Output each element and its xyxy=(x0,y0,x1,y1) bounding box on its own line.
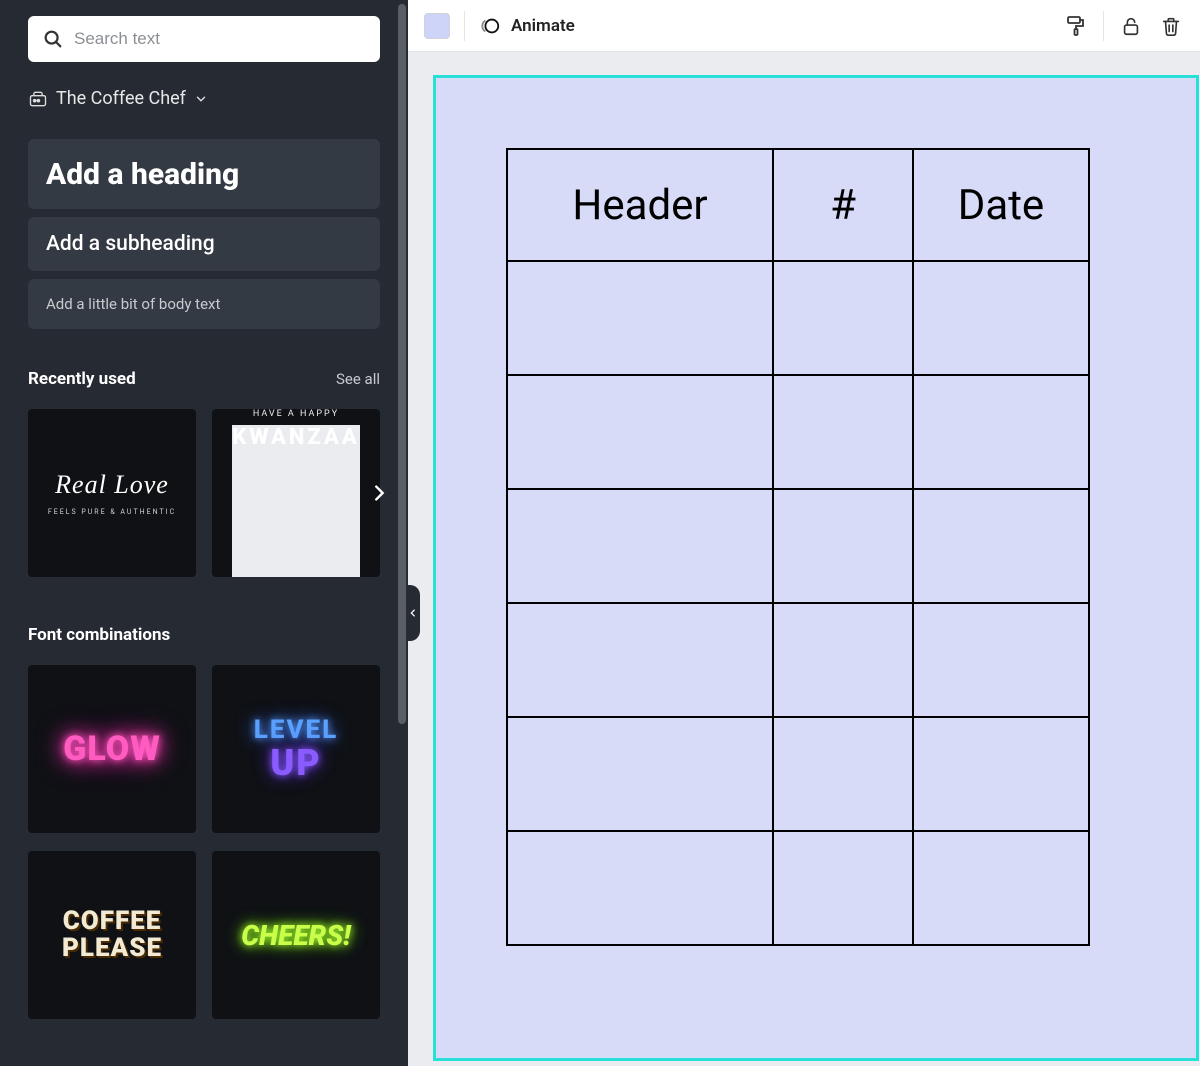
delete-button[interactable] xyxy=(1158,13,1184,39)
table-cell[interactable] xyxy=(913,831,1089,945)
unlock-icon xyxy=(1120,15,1142,37)
canvas-table[interactable]: Header # Date xyxy=(506,148,1090,946)
scrollbar-thumb[interactable] xyxy=(398,4,406,724)
divider xyxy=(464,11,465,41)
preset-text: CHEERS! xyxy=(241,919,351,952)
brand-kit-icon xyxy=(28,89,48,109)
preset-text: PLEASE xyxy=(62,935,162,962)
table-cell[interactable] xyxy=(773,261,913,375)
text-preset-glow[interactable]: GLOW xyxy=(28,665,196,833)
table-row[interactable] xyxy=(507,831,1089,945)
preset-subtext: HAVE A HAPPY xyxy=(253,409,339,419)
font-combinations-title: Font combinations xyxy=(28,625,170,645)
text-preset-real-love[interactable]: Real Love FEELS PURE & AUTHENTIC xyxy=(28,409,196,577)
add-subheading-label: Add a subheading xyxy=(46,232,215,256)
canvas-area[interactable]: Header # Date xyxy=(408,52,1200,1066)
add-body-text-button[interactable]: Add a little bit of body text xyxy=(28,279,380,329)
preset-text: UP xyxy=(270,745,321,781)
paint-roller-icon xyxy=(1064,14,1088,38)
animate-label: Animate xyxy=(511,16,575,36)
animate-button[interactable]: Animate xyxy=(479,15,575,37)
add-heading-button[interactable]: Add a heading xyxy=(28,139,380,209)
divider xyxy=(1103,11,1104,41)
table-cell[interactable] xyxy=(913,603,1089,717)
table-cell[interactable] xyxy=(507,261,773,375)
preset-subtext: FEELS PURE & AUTHENTIC xyxy=(48,508,176,516)
table-row[interactable] xyxy=(507,603,1089,717)
table-cell[interactable] xyxy=(507,375,773,489)
preset-text: LEVEL xyxy=(254,717,338,743)
text-preset-cheers[interactable]: CHEERS! xyxy=(212,851,380,1019)
table-cell[interactable] xyxy=(773,717,913,831)
table-cell[interactable] xyxy=(913,717,1089,831)
table-header-cell[interactable]: Header xyxy=(507,149,773,261)
table-cell[interactable] xyxy=(507,717,773,831)
add-subheading-button[interactable]: Add a subheading xyxy=(28,217,380,271)
brand-kit-label: The Coffee Chef xyxy=(56,88,186,109)
table-row[interactable] xyxy=(507,375,1089,489)
font-combos-row-2: COFFEE PLEASE CHEERS! xyxy=(28,851,380,1019)
see-all-recent[interactable]: See all xyxy=(336,370,380,388)
add-heading-label: Add a heading xyxy=(46,157,239,192)
search-input[interactable] xyxy=(74,29,366,49)
table-cell[interactable] xyxy=(913,489,1089,603)
brand-kit-selector[interactable]: The Coffee Chef xyxy=(28,88,380,109)
table-header-cell[interactable]: Date xyxy=(913,149,1089,261)
table-cell[interactable] xyxy=(507,489,773,603)
table-cell[interactable] xyxy=(773,489,913,603)
chevron-down-icon xyxy=(194,92,208,106)
animate-icon xyxy=(479,15,501,37)
table-cell[interactable] xyxy=(773,603,913,717)
preset-text: GLOW xyxy=(63,729,161,769)
text-sidebar: The Coffee Chef Add a heading Add a subh… xyxy=(0,0,408,1066)
chevron-right-icon[interactable] xyxy=(368,482,390,504)
table-cell[interactable] xyxy=(773,831,913,945)
table-body xyxy=(507,261,1089,945)
table-cell[interactable] xyxy=(507,603,773,717)
font-combos-row-1: GLOW LEVEL UP xyxy=(28,665,380,833)
text-preset-kwanzaa[interactable]: HAVE A HAPPY KWANZAA xyxy=(212,409,380,577)
chevron-left-icon xyxy=(408,606,418,620)
table-cell[interactable] xyxy=(773,375,913,489)
editor-main: Animate Header # Date xyxy=(408,0,1200,1066)
table-cell[interactable] xyxy=(507,831,773,945)
preset-text: KWANZAA xyxy=(232,425,359,577)
trash-icon xyxy=(1160,15,1182,37)
text-preset-coffee-please[interactable]: COFFEE PLEASE xyxy=(28,851,196,1019)
table-cell[interactable] xyxy=(913,375,1089,489)
fill-color-swatch[interactable] xyxy=(424,13,450,39)
lock-button[interactable] xyxy=(1118,13,1144,39)
table-header-row[interactable]: Header # Date xyxy=(507,149,1089,261)
table-cell[interactable] xyxy=(913,261,1089,375)
table-row[interactable] xyxy=(507,717,1089,831)
table-row[interactable] xyxy=(507,489,1089,603)
text-preset-level-up[interactable]: LEVEL UP xyxy=(212,665,380,833)
copy-style-button[interactable] xyxy=(1063,13,1089,39)
page-canvas[interactable]: Header # Date xyxy=(436,78,1196,1058)
preset-text: COFFEE xyxy=(63,908,162,935)
recently-used-row: Real Love FEELS PURE & AUTHENTIC HAVE A … xyxy=(28,409,380,577)
recently-used-title: Recently used xyxy=(28,369,136,389)
sidebar-scrollbar[interactable] xyxy=(398,4,406,724)
context-toolbar: Animate xyxy=(408,0,1200,52)
preset-text: Real Love xyxy=(55,470,169,500)
add-body-label: Add a little bit of body text xyxy=(46,295,220,313)
table-row[interactable] xyxy=(507,261,1089,375)
search-icon xyxy=(42,28,64,50)
search-field-wrap[interactable] xyxy=(28,16,380,62)
collapse-sidebar-button[interactable] xyxy=(406,585,420,641)
table-header-cell[interactable]: # xyxy=(773,149,913,261)
